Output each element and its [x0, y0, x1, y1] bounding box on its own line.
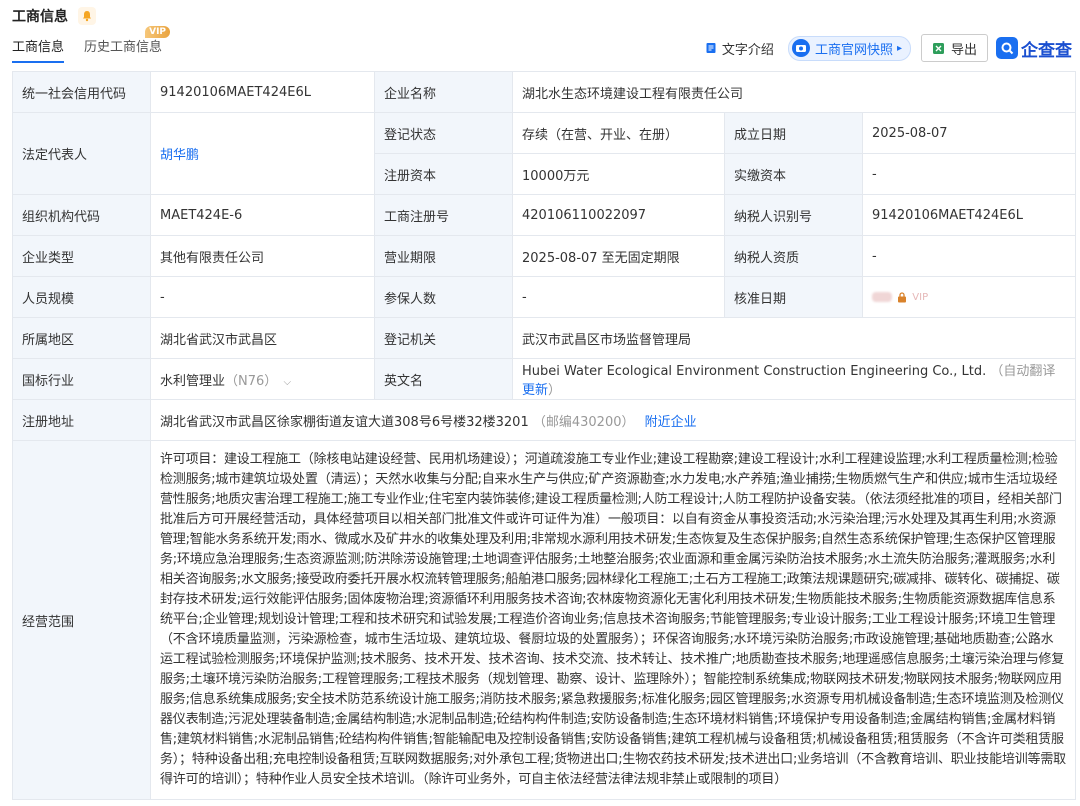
tab-business-info[interactable]: 工商信息	[12, 36, 65, 63]
taxpayer-qual-value: -	[861, 235, 1077, 277]
reg-capital-label: 注册资本	[374, 153, 513, 195]
legal-rep-link[interactable]: 胡华鹏	[160, 148, 199, 163]
logo-icon	[996, 37, 1018, 59]
section-title: 工商信息	[12, 9, 68, 25]
tab-history-business-info[interactable]: 历史工商信息 VIP	[84, 26, 171, 61]
table-row: 法定代表人 胡华鹏 登记状态 存续（在营、开业、在册） 成立日期 2025-08…	[12, 112, 1077, 195]
taxpayer-id-label: 纳税人识别号	[724, 194, 863, 236]
legal-rep-label: 法定代表人	[12, 112, 151, 195]
company-name-value: 湖北水生态环境建设工程有限责任公司	[511, 71, 1077, 113]
paid-capital-label: 实缴资本	[724, 153, 863, 195]
address-label: 注册地址	[12, 399, 151, 441]
taxpayer-qual-label: 纳税人资质	[724, 235, 863, 277]
industry-label: 国标行业	[12, 358, 151, 400]
postcode-value: （邮编430200）	[532, 414, 635, 430]
approval-date-label: 核准日期	[724, 276, 863, 318]
org-code-label: 组织机构代码	[12, 194, 151, 236]
blurred-value	[872, 292, 892, 302]
document-icon	[706, 43, 716, 53]
legal-rep-cell: 胡华鹏	[150, 112, 375, 195]
found-date-value: 2025-08-07	[861, 112, 1077, 154]
address-value: 湖北省武汉市武昌区徐家棚街道友谊大道308号6号楼32楼3201	[160, 414, 529, 430]
company-type-value: 其他有限责任公司	[150, 235, 375, 277]
auto-translate-label: （自动翻译	[990, 364, 1056, 379]
chevron-right-icon: ▸	[896, 42, 902, 54]
company-type-label: 企业类型	[12, 235, 151, 277]
nearby-companies-link[interactable]: 附近企业	[645, 415, 697, 430]
update-link[interactable]: 更新	[522, 383, 548, 398]
table-row: 注册地址 湖北省武汉市武昌区徐家棚街道友谊大道308号6号楼32楼3201 （邮…	[12, 399, 1077, 441]
region-value: 湖北省武汉市武昌区	[150, 317, 375, 359]
taxpayer-id-value: 91420106MAET424E6L	[861, 194, 1077, 236]
biz-reg-no-label: 工商注册号	[374, 194, 513, 236]
credit-code-value: 91420106MAET424E6L	[150, 71, 375, 113]
tab-bar: 工商信息 历史工商信息 VIP	[12, 26, 182, 66]
insured-value: -	[512, 276, 725, 318]
industry-value[interactable]: 水利管理业（N76） ⌵	[150, 358, 375, 400]
toolbar: 文字介绍 工商官网快照 ▸ 导出 企查查	[705, 34, 1072, 62]
vip-badge: VIP	[145, 26, 171, 38]
business-info-table: 统一社会信用代码 91420106MAET424E6L 企业名称 湖北水生态环境…	[12, 71, 1077, 800]
paid-capital-value: -	[861, 153, 1077, 195]
official-snapshot-button[interactable]: 工商官网快照 ▸	[787, 35, 911, 61]
company-name-label: 企业名称	[374, 71, 513, 113]
found-date-label: 成立日期	[724, 112, 863, 154]
reg-capital-value: 10000万元	[512, 153, 725, 195]
table-row: 人员规模 - 参保人数 - 核准日期 VIP	[12, 276, 1077, 318]
approval-date-value[interactable]: VIP	[861, 276, 1077, 318]
table-row: 组织机构代码 MAET424E-6 工商注册号 420106110022097 …	[12, 194, 1077, 236]
lock-icon	[898, 291, 907, 302]
insured-label: 参保人数	[374, 276, 513, 318]
qichacha-logo: 企查查	[996, 36, 1072, 61]
industry-code: （N76）	[225, 373, 278, 389]
text-intro-button[interactable]: 文字介绍	[705, 39, 774, 58]
reg-status-value: 存续（在营、开业、在册）	[512, 112, 725, 154]
address-cell: 湖北省武汉市武昌区徐家棚街道友谊大道308号6号楼32楼3201 （邮编4302…	[149, 399, 1077, 441]
section-header: 工商信息	[12, 4, 96, 28]
staff-size-label: 人员规模	[12, 276, 151, 318]
term-label: 营业期限	[374, 235, 513, 277]
reg-status-label: 登记状态	[374, 112, 513, 154]
chevron-down-icon: ⌵	[283, 376, 292, 388]
scope-value: 许可项目：建设工程施工（除核电站建设经营、民用机场建设）；河道疏浚施工专业作业;…	[149, 440, 1077, 800]
biz-reg-no-value: 420106110022097	[512, 194, 725, 236]
org-code-value: MAET424E-6	[150, 194, 375, 236]
table-row: 企业类型 其他有限责任公司 营业期限 2025-08-07 至无固定期限 纳税人…	[12, 235, 1077, 277]
table-row: 经营范围 许可项目：建设工程施工（除核电站建设经营、民用机场建设）；河道疏浚施工…	[12, 440, 1077, 800]
table-row: 统一社会信用代码 91420106MAET424E6L 企业名称 湖北水生态环境…	[12, 71, 1077, 113]
vip-lock-label: VIP	[912, 291, 929, 303]
reg-authority-label: 登记机关	[374, 317, 513, 359]
excel-icon	[932, 42, 944, 54]
credit-code-label: 统一社会信用代码	[12, 71, 151, 113]
term-value: 2025-08-07 至无固定期限	[512, 235, 725, 277]
english-name-cell: Hubei Water Ecological Environment Const…	[511, 358, 1077, 400]
table-row: 国标行业 水利管理业（N76） ⌵ 英文名 Hubei Water Ecolog…	[12, 358, 1077, 400]
region-label: 所属地区	[12, 317, 151, 359]
reg-authority-value: 武汉市武昌区市场监督管理局	[511, 317, 1077, 359]
english-name-label: 英文名	[374, 358, 513, 400]
table-row: 所属地区 湖北省武汉市武昌区 登记机关 武汉市武昌区市场监督管理局	[12, 317, 1077, 359]
english-name-value: Hubei Water Ecological Environment Const…	[522, 364, 987, 379]
camera-icon	[791, 39, 810, 57]
bell-icon[interactable]	[78, 7, 96, 25]
scope-label: 经营范围	[12, 440, 151, 800]
export-button[interactable]: 导出	[920, 34, 988, 62]
staff-size-value: -	[150, 276, 375, 318]
